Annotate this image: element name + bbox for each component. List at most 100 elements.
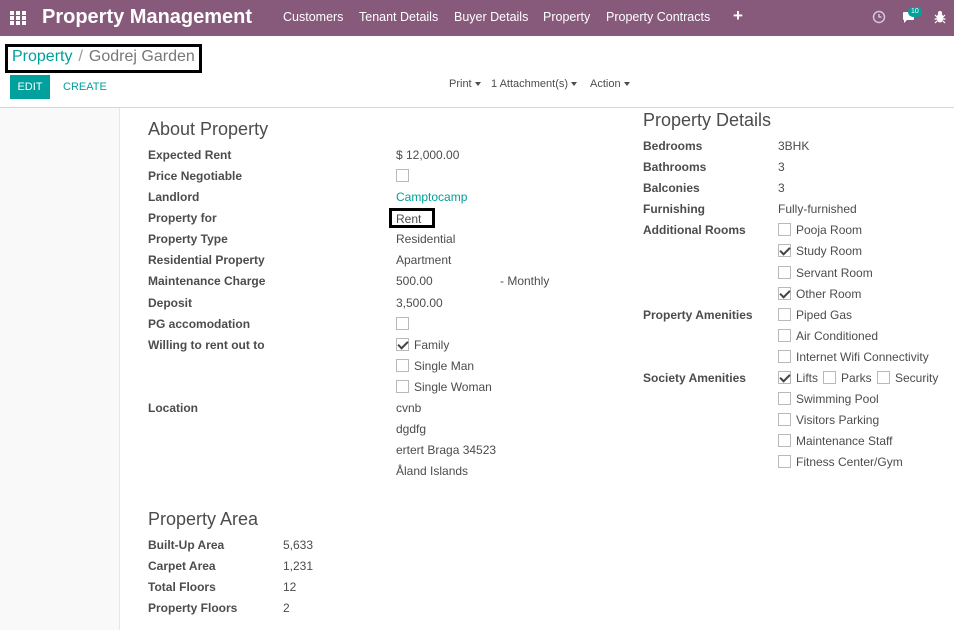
bathrooms-label: Bathrooms xyxy=(643,160,707,174)
servant-room-label: Servant Room xyxy=(796,266,873,280)
carpet-area-label: Carpet Area xyxy=(148,559,216,573)
property-floors-value: 2 xyxy=(283,601,290,615)
piped-gas-checkbox[interactable] xyxy=(778,308,791,321)
apps-grid-icon[interactable] xyxy=(10,11,26,25)
swimming-pool-label: Swimming Pool xyxy=(796,392,879,406)
property-area-title: Property Area xyxy=(148,509,259,529)
location-line-4: Åland Islands xyxy=(396,464,469,478)
maintenance-staff-label: Maintenance Staff xyxy=(796,434,893,448)
internet-wifi-checkbox[interactable] xyxy=(778,350,791,363)
messages-badge: 10 xyxy=(908,7,922,17)
location-line-2: dgdfg xyxy=(396,422,427,436)
single-man-label: Single Man xyxy=(414,359,475,373)
menu-customers[interactable]: Customers xyxy=(283,10,343,24)
clock-icon[interactable] xyxy=(872,10,886,24)
breadcrumb-current: Godrej Garden xyxy=(88,48,195,65)
visitors-parking-checkbox[interactable] xyxy=(778,413,791,426)
pooja-room-label: Pooja Room xyxy=(796,223,863,237)
app-title: Property Management xyxy=(42,6,253,28)
edit-button[interactable]: EDIT xyxy=(10,75,50,99)
property-for-label: Property for xyxy=(148,211,217,225)
internet-wifi-label: Internet Wifi Connectivity xyxy=(796,350,929,364)
price-negotiable-checkbox[interactable] xyxy=(396,169,409,182)
quick-create-plus-icon[interactable]: + xyxy=(733,6,743,26)
maintenance-period-value: - Monthly xyxy=(500,274,550,288)
print-label: Print xyxy=(449,78,472,90)
menu-tenant-details[interactable]: Tenant Details xyxy=(359,10,438,24)
residential-property-value: Apartment xyxy=(396,253,452,267)
security-checkbox[interactable] xyxy=(877,371,890,384)
about-property-title: About Property xyxy=(148,119,269,139)
piped-gas-label: Piped Gas xyxy=(796,308,853,322)
parks-checkbox[interactable] xyxy=(823,371,836,384)
breadcrumb-property-link[interactable]: Property xyxy=(12,48,72,65)
air-conditioned-checkbox[interactable] xyxy=(778,329,791,342)
action-dropdown[interactable]: Action xyxy=(590,78,630,90)
fitness-center-checkbox[interactable] xyxy=(778,455,791,468)
landlord-link[interactable]: Camptocamp xyxy=(396,190,467,204)
total-floors-label: Total Floors xyxy=(148,580,216,594)
lifts-checkbox[interactable] xyxy=(778,371,791,384)
servant-room-checkbox[interactable] xyxy=(778,266,791,279)
family-checkbox[interactable] xyxy=(396,338,409,351)
study-room-label: Study Room xyxy=(796,244,863,258)
furnishing-value: Fully-furnished xyxy=(778,202,857,216)
bug-icon[interactable] xyxy=(934,10,946,24)
pooja-room-checkbox[interactable] xyxy=(778,223,791,236)
action-label: Action xyxy=(590,78,621,90)
study-room-checkbox[interactable] xyxy=(778,244,791,257)
attachments-dropdown[interactable]: 1 Attachment(s) xyxy=(491,78,578,90)
maintenance-charge-value: 500.00 xyxy=(396,274,433,288)
security-label: Security xyxy=(895,371,939,385)
breadcrumb: Property / Godrej Garden xyxy=(5,44,202,73)
bedrooms-label: Bedrooms xyxy=(643,139,703,153)
caret-down-icon xyxy=(623,82,630,87)
expected-rent-label: Expected Rent xyxy=(148,148,232,162)
furnishing-label: Furnishing xyxy=(643,202,705,216)
other-room-label: Other Room xyxy=(796,287,862,301)
top-navbar: Property Management Customers Tenant Det… xyxy=(0,0,954,36)
expected-rent-value: $ 12,000.00 xyxy=(396,148,460,162)
balconies-value: 3 xyxy=(778,181,785,195)
property-type-label: Property Type xyxy=(148,232,228,246)
menu-property-contracts[interactable]: Property Contracts xyxy=(606,10,710,24)
create-button[interactable]: CREATE xyxy=(63,81,107,93)
society-amenities-label: Society Amenities xyxy=(643,371,746,385)
pg-accomodation-checkbox[interactable] xyxy=(396,317,409,330)
parks-label: Parks xyxy=(841,371,872,385)
single-woman-label: Single Woman xyxy=(414,380,492,394)
lifts-label: Lifts xyxy=(796,371,819,385)
caret-down-icon xyxy=(474,82,481,87)
deposit-label: Deposit xyxy=(148,296,193,310)
single-man-checkbox[interactable] xyxy=(396,359,409,372)
property-for-value: Rent xyxy=(389,208,435,228)
property-floors-label: Property Floors xyxy=(148,601,238,615)
location-line-3: ertert Braga 34523 xyxy=(396,443,497,457)
property-type-value: Residential xyxy=(396,232,456,246)
caret-down-icon xyxy=(571,82,578,87)
attachments-label: 1 Attachment(s) xyxy=(491,78,569,90)
single-woman-checkbox[interactable] xyxy=(396,380,409,393)
deposit-value: 3,500.00 xyxy=(396,296,443,310)
bedrooms-value: 3BHK xyxy=(778,139,810,153)
family-label: Family xyxy=(414,338,450,352)
sheet-left-gutter xyxy=(0,108,120,630)
menu-buyer-details[interactable]: Buyer Details xyxy=(454,10,528,24)
other-room-checkbox[interactable] xyxy=(778,287,791,300)
additional-rooms-label: Additional Rooms xyxy=(643,223,746,237)
built-up-area-label: Built-Up Area xyxy=(148,538,225,552)
willing-to-rent-label: Willing to rent out to xyxy=(148,338,265,352)
maintenance-staff-checkbox[interactable] xyxy=(778,434,791,447)
price-negotiable-label: Price Negotiable xyxy=(148,169,243,183)
swimming-pool-checkbox[interactable] xyxy=(778,392,791,405)
visitors-parking-label: Visitors Parking xyxy=(796,413,880,427)
location-label: Location xyxy=(148,401,198,415)
property-amenities-label: Property Amenities xyxy=(643,308,753,322)
location-line-1: cvnb xyxy=(396,401,422,415)
menu-property[interactable]: Property xyxy=(543,10,590,24)
print-dropdown[interactable]: Print xyxy=(449,78,481,90)
balconies-label: Balconies xyxy=(643,181,700,195)
built-up-area-value: 5,633 xyxy=(283,538,314,552)
air-conditioned-label: Air Conditioned xyxy=(796,329,879,343)
total-floors-value: 12 xyxy=(283,580,297,594)
